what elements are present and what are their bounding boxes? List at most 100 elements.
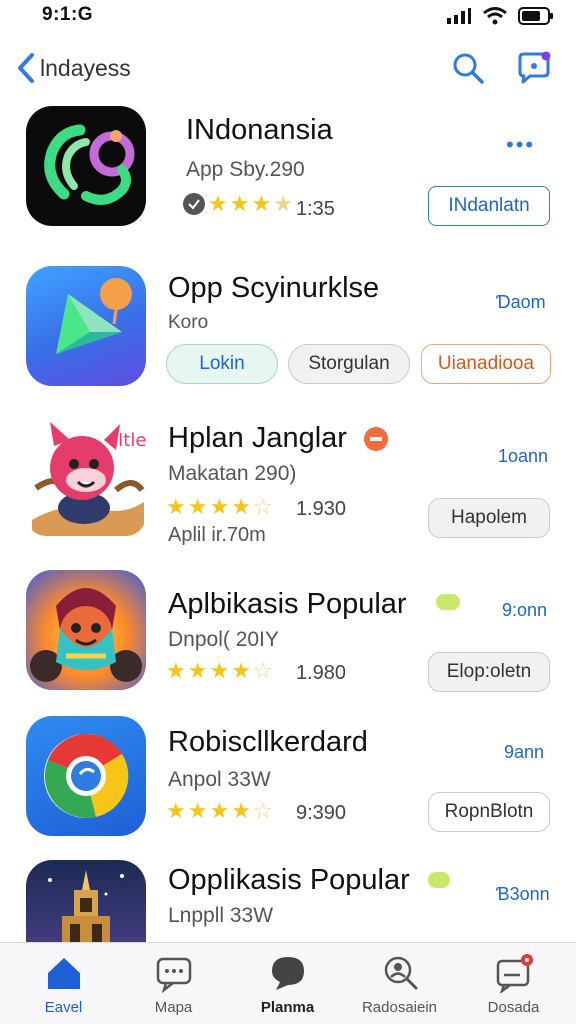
star-half-icon: ☆ (252, 798, 273, 823)
app-subtitle: Makatan 290) (168, 462, 297, 485)
tab-mapa[interactable]: Mapa (116, 953, 231, 1023)
back-label: lndayess (40, 54, 131, 81)
tab-label: Dosada (487, 999, 540, 1016)
list-item[interactable]: Aplbikasis Popular Dnpol( 20IY ★ ★ ★ ★ ☆ 1.9… (0, 566, 576, 716)
list-item[interactable]: Robiscllkerdard Anpol 33W ★ ★ ★ ★ ☆ 9:390 9a… (0, 716, 576, 860)
play-logo-icon (56, 278, 132, 354)
status-icons (446, 6, 554, 26)
app-icon[interactable] (26, 716, 146, 836)
install-button[interactable]: Hapolem (428, 498, 550, 538)
tower-icon (48, 870, 124, 942)
star-icon: ★ (251, 191, 272, 216)
tab-label: Eavel (44, 999, 83, 1016)
list-item[interactable]: INdonansia App Sby.290 ★ ★ ★ ★ 1:35 ••• INd… (0, 104, 576, 252)
character-icon (30, 588, 142, 682)
star-icon: ★ (187, 798, 208, 823)
install-button[interactable]: RopnBlotn (428, 792, 550, 832)
app-icon[interactable] (26, 106, 146, 226)
star-icon: ★ (231, 798, 251, 823)
app-icon[interactable] (26, 570, 146, 690)
chat-icon[interactable] (514, 50, 554, 86)
app-name: Opplikasis Popular (168, 864, 410, 896)
star-icon: ★ (208, 191, 228, 216)
tertiary-button[interactable]: Uianadiooa (421, 344, 551, 384)
app-name: Robiscllkerdard (168, 726, 368, 758)
badge-icon (364, 427, 388, 451)
notification-icon (496, 954, 533, 993)
tab-dosada[interactable]: Dosada (456, 953, 571, 1023)
home-icon (47, 958, 80, 989)
rating-value: 1:35 (296, 198, 335, 220)
app-list[interactable]: INdonansia App Sby.290 ★ ★ ★ ★ 1:35 ••• INd… (0, 100, 576, 942)
signal-icon (447, 8, 471, 24)
app-tag: Ɗaom (496, 292, 546, 312)
status-bar: 9:1:G (0, 0, 576, 36)
app-tag: 9:onn (502, 600, 548, 620)
install-button[interactable]: Elop:oletn (428, 652, 550, 692)
search-icon[interactable] (450, 50, 486, 86)
star-icon: ★ (166, 658, 186, 683)
verified-icon (183, 193, 205, 215)
svg-text:Itle: Itle (118, 430, 146, 451)
star-half-icon: ☆ (252, 658, 273, 683)
app-tag: 1oann (498, 446, 549, 466)
rating-value: 9:390 (296, 802, 347, 824)
tab-label: Planma (260, 999, 315, 1016)
tab-bar: Eavel Mapa Planma Radosaiein Dosada (0, 942, 576, 1024)
battery-icon (518, 7, 553, 25)
tab-planma[interactable]: Planma (230, 953, 345, 1023)
rating-stars: ★ ★ ★ ★ (182, 192, 293, 216)
rating-stars: ★ ★ ★ ★ ☆ (166, 496, 273, 518)
tab-radosaiein[interactable]: Radosaiein (342, 953, 457, 1023)
star-icon: ★ (229, 191, 250, 216)
star-icon: ★ (231, 494, 251, 519)
app-name: Hplan Janglar (168, 422, 347, 454)
message-icon (156, 957, 191, 993)
app-subtitle: App Sby.290 (186, 158, 305, 181)
app-icon[interactable] (26, 860, 146, 942)
install-button[interactable]: INdanlatn (428, 186, 550, 226)
search-person-icon (384, 956, 417, 990)
more-options-button[interactable]: ••• (506, 132, 535, 158)
badge-icon (436, 594, 460, 610)
tab-eavel[interactable]: Eavel (6, 953, 121, 1023)
tab-label: Radosaiein (361, 999, 438, 1016)
wifi-icon (483, 7, 507, 25)
back-button[interactable]: lndayess (16, 48, 131, 88)
app-name: Aplbikasis Popular (168, 588, 407, 620)
star-icon: ★ (231, 658, 251, 683)
list-item[interactable]: Itle Hplan Janglar Makatan 290) ★ ★ ★ ★ ☆ 1.… (0, 412, 576, 562)
app-name: Opp Scyinurklse (168, 272, 380, 304)
star-icon: ★ (187, 658, 208, 683)
app-icon[interactable]: Itle (26, 416, 146, 536)
app-subtitle: Koro (168, 312, 209, 333)
star-icon: ★ (209, 494, 230, 519)
rating-stars: ★ ★ ★ ★ ☆ (166, 800, 273, 822)
star-icon: ★ (209, 658, 230, 683)
star-icon: ★ (187, 494, 208, 519)
app-icon[interactable] (26, 266, 146, 386)
tab-label: Mapa (154, 999, 193, 1016)
star-icon: ★ (166, 798, 186, 823)
app-name: INdonansia (186, 114, 333, 146)
browser-icon (44, 733, 129, 819)
app-subtitle-2: Aplil ir.70m (168, 524, 266, 546)
star-half-icon: ★ (273, 191, 293, 216)
app-subtitle: Dnpol( 20IY (168, 628, 279, 651)
rating-value: 1.930 (296, 498, 347, 520)
list-item[interactable]: Opp Scyinurklse Koro Ɗaom Lokin Storgula… (0, 262, 576, 412)
character-icon: Itle (32, 422, 146, 536)
app-tag: 9ann (504, 742, 545, 762)
app-subtitle: Anpol 33W (168, 768, 271, 791)
app-tag: Ɓ3onn (496, 884, 550, 904)
nav-bar: lndayess (0, 40, 576, 96)
secondary-button[interactable]: Storgulan (288, 344, 410, 384)
star-half-icon: ☆ (252, 494, 273, 519)
star-icon: ★ (166, 494, 186, 519)
login-button[interactable]: Lokin (166, 344, 278, 384)
app-logo-icon (44, 124, 135, 205)
list-item[interactable]: Opplikasis Popular Lnppll 33W Ɓ3onn (0, 860, 576, 942)
bubble-icon (271, 957, 304, 990)
star-icon: ★ (209, 798, 230, 823)
status-time: 9:1:G (42, 4, 94, 25)
